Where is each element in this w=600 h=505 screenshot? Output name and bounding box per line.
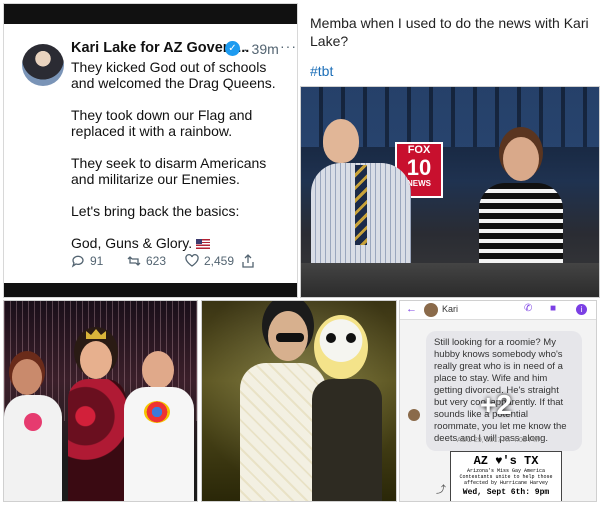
share-button[interactable] (241, 254, 255, 268)
messenger-screenshot[interactable]: ← Kari ✆ ■ i Still looking for a roomie?… (399, 300, 597, 502)
reply-button[interactable]: 91 (71, 254, 103, 268)
male-anchor-head (323, 119, 359, 163)
newsroom-photo[interactable]: FOX 10 NEWS (300, 86, 600, 298)
queen-dress (68, 379, 126, 501)
drag-queen-photo[interactable] (3, 300, 198, 502)
skeleton-face (314, 315, 368, 379)
contact-name: Kari (442, 304, 459, 314)
shirt-logo (24, 413, 42, 431)
verified-badge-icon: ✓ (225, 41, 240, 56)
more-options-icon[interactable]: ··· (280, 38, 297, 54)
heart-icon (185, 254, 199, 267)
sender-avatar (408, 409, 420, 421)
more-photos-count[interactable]: +2 (480, 389, 512, 421)
woman-left-head (12, 359, 42, 395)
tweet-paragraph: God, Guns & Glory. (71, 235, 193, 251)
flyer-subtitle: Arizona's Miss Gay America Contestants u… (459, 468, 553, 486)
reply-icon (71, 255, 84, 268)
retweet-button[interactable]: 623 (127, 254, 166, 268)
bottom-black-bar (4, 283, 297, 297)
top-black-bar (4, 4, 297, 24)
retweet-icon (127, 256, 141, 266)
anchor-desk (301, 263, 599, 297)
tweet-actions: 91 623 2,459 (71, 254, 291, 272)
retweet-count: 623 (146, 254, 167, 268)
sunglasses-icon (276, 333, 304, 342)
queen-head (80, 341, 112, 379)
tweet-paragraph: They took down our Flag and replaced it … (71, 107, 253, 139)
post-caption: Memba when I used to do the news with Ka… (300, 0, 600, 86)
woman-left-shirt (4, 395, 62, 501)
flyer-title: AZ ♥'s TX (473, 454, 539, 468)
author-name[interactable]: Kari Lake for AZ Govern... (71, 40, 249, 56)
back-arrow-icon[interactable]: ← (406, 303, 417, 315)
us-flag-icon (196, 239, 211, 249)
messenger-header: ← Kari ✆ ■ i (400, 301, 596, 320)
female-anchor-top (479, 183, 563, 263)
like-count: 2,459 (204, 254, 235, 268)
event-flyer: AZ ♥'s TX Arizona's Miss Gay America Con… (450, 451, 562, 501)
reply-count: 91 (90, 254, 104, 268)
striped-tie (355, 165, 367, 245)
share-icon[interactable]: ⤴ (436, 481, 446, 496)
contact-avatar (424, 303, 438, 317)
tweet-paragraph: They seek to disarm Americans and milita… (71, 155, 267, 187)
man-right-head (142, 351, 174, 389)
chat-timestamp: AUG 29, 2017 AT 4:09 PM (456, 437, 540, 444)
shirt-graphic (144, 401, 170, 423)
share-icon (242, 254, 254, 268)
costume-photo[interactable] (201, 300, 397, 502)
tweet-time[interactable]: · 39m (243, 41, 279, 57)
info-icon[interactable]: i (576, 304, 587, 315)
tweet-paragraph: They kicked God out of schools and welco… (71, 59, 276, 91)
video-icon[interactable]: ■ (550, 303, 556, 314)
female-anchor-head (503, 137, 539, 181)
tweet-paragraph: Let's bring back the basics: (71, 203, 240, 219)
hashtag-link[interactable]: #tbt (310, 63, 333, 79)
skull-eyes (326, 333, 336, 343)
author-avatar[interactable] (22, 44, 64, 86)
flyer-date: Wed, Sept 6th: 9pm (462, 488, 550, 497)
black-dress (312, 379, 382, 501)
like-button[interactable]: 2,459 (185, 254, 234, 268)
post-text: Memba when I used to do the news with Ka… (310, 15, 589, 49)
phone-icon[interactable]: ✆ (524, 303, 532, 314)
tweet-card[interactable]: Kari Lake for AZ Govern... ✓ · 39m ··· T… (3, 3, 298, 298)
tweet-body: They kicked God out of schools and welco… (71, 59, 293, 267)
tweet-paragraph-last: God, Guns & Glory. (71, 235, 293, 251)
